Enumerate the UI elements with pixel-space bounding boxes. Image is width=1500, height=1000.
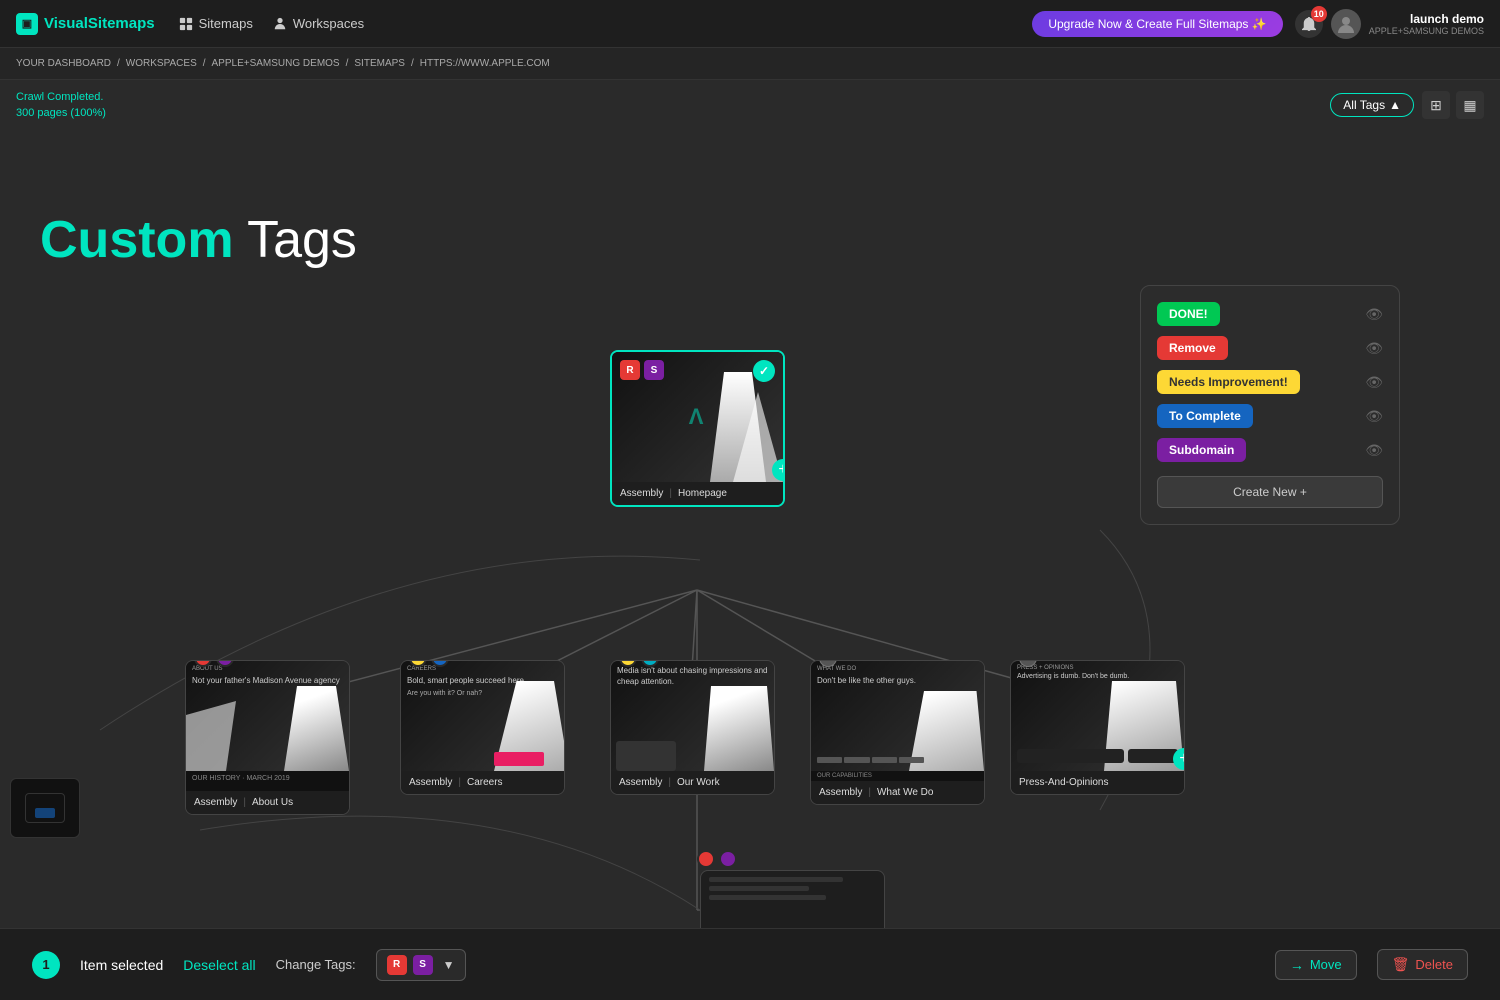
upgrade-button[interactable]: Upgrade Now & Create Full Sitemaps ✨ [1032,11,1282,37]
about-preview: ABOUT US Not your father's Madison Avenu… [186,661,349,771]
bottom-bar: 1 Item selected Deselect all Change Tags… [0,928,1500,1000]
bc-demos[interactable]: APPLE+SAMSUNG DEMOS [212,58,340,69]
tag-dot-purple [216,660,234,667]
work-tag-dots [619,660,659,667]
hide-subdomain-icon[interactable]: 👁 [1365,442,1383,459]
tag-subdomain-button[interactable]: Subdomain [1157,438,1246,462]
press-footer: Press-And-Opinions [1011,771,1184,794]
node-careers[interactable]: CAREERS Bold, smart people succeed here.… [400,660,565,795]
node-homepage[interactable]: R S ✓ Λ Assembly | Homepage + [610,350,785,507]
all-tags-button[interactable]: All Tags ▲ [1330,93,1414,117]
node-whatwedo[interactable]: ▲ WHAT WE DO Don't be like the other guy… [810,660,985,805]
dropdown-r-badge: R [387,955,407,975]
page-title: Custom Tags [40,210,357,270]
tag-done-row: DONE! 👁 [1157,302,1383,326]
tag-dot-blue [431,660,449,667]
about-tag-dots [194,660,234,667]
hide-done-icon[interactable]: 👁 [1365,306,1383,323]
press-preview: PRESS + OPINIONS Advertising is dumb. Do… [1011,661,1184,771]
whatwedo-footer: Assembly | What We Do [811,781,984,804]
nav-sitemaps[interactable]: Sitemaps [179,16,253,31]
careers-tag-dots [409,660,449,667]
create-new-tag-button[interactable]: Create New + [1157,476,1383,508]
about-footer: Assembly | About Us [186,791,349,814]
crawl-status: Crawl Completed. 300 pages (100%) [16,89,106,122]
hide-needs-icon[interactable]: 👁 [1365,374,1383,391]
press-tag-dots: ▲ [1019,660,1037,667]
node-work[interactable]: Media isn't about chasing impressions an… [610,660,775,795]
tag-complete-row: To Complete 👁 [1157,404,1383,428]
tag-s-badge: S [644,360,664,380]
bc-workspaces[interactable]: WORKSPACES [126,58,197,69]
delete-button[interactable]: 🗑 Delete [1377,949,1468,980]
user-menu[interactable]: launch demo APPLE+SAMSUNG DEMOS [1331,9,1484,39]
trash-icon: 🗑 [1392,956,1410,973]
breadcrumb: YOUR DASHBOARD / WORKSPACES / APPLE+SAMS… [0,48,1500,80]
node-footer: Assembly | Homepage [612,482,783,505]
scroll-indicator[interactable] [10,778,80,838]
tag-remove-row: Remove 👁 [1157,336,1383,360]
item-count-badge: 1 [32,951,60,979]
work-footer: Assembly | Our Work [611,771,774,794]
notification-badge: 10 [1311,6,1327,22]
chevron-up-icon: ▲ [1389,98,1401,112]
bc-sitemaps[interactable]: SITEMAPS [354,58,405,69]
work-preview: Media isn't about chasing impressions an… [611,661,774,771]
selected-check: ✓ [753,360,775,382]
tag-done-button[interactable]: DONE! [1157,302,1220,326]
mini-node-bottom[interactable] [700,870,885,928]
top-nav: ▣ VisualSitemaps Sitemaps Workspaces Upg… [0,0,1500,48]
tag-remove-button[interactable]: Remove [1157,336,1228,360]
hide-remove-icon[interactable]: 👁 [1365,340,1383,357]
view-icons: ⊞ ▦ [1422,91,1484,119]
careers-footer: Assembly | Careers [401,771,564,794]
node-press[interactable]: ▲ PRESS + OPINIONS Advertising is dumb. … [1010,660,1185,795]
user-info: launch demo APPLE+SAMSUNG DEMOS [1369,12,1484,36]
app-logo[interactable]: ▣ VisualSitemaps [16,13,155,35]
grid-view-icon[interactable]: ▦ [1456,91,1484,119]
careers-preview: CAREERS Bold, smart people succeed here.… [401,661,564,771]
move-button[interactable]: → Move [1275,950,1357,980]
move-icon: → [1290,957,1304,973]
avatar [1331,9,1361,39]
whatwedo-preview: WHAT WE DO Don't be like the other guys. [811,661,984,771]
bottom-dot-red [697,850,715,868]
bottom-node-dots [697,850,737,868]
toolbar-right: All Tags ▲ ⊞ ▦ [1330,91,1484,119]
nav-workspaces[interactable]: Workspaces [273,16,364,31]
tag-needs-row: Needs Improvement! 👁 [1157,370,1383,394]
change-tags-dropdown[interactable]: R S ▼ [376,949,466,981]
change-tags-label: Change Tags: [276,957,356,972]
tag-dot-teal [641,660,659,667]
whatwedo-tag-dots: ▲ [819,660,837,667]
tag-dot-icon: ▲ [819,660,837,667]
item-selected-text: Item selected [80,957,163,973]
notification-button[interactable]: 10 [1295,10,1323,38]
deselect-all-button[interactable]: Deselect all [183,957,255,973]
tags-popup: DONE! 👁 Remove 👁 Needs Improvement! 👁 To… [1140,285,1400,525]
tag-dot-yellow [409,660,427,667]
tag-dot-red [194,660,212,667]
app-name: VisualSitemaps [44,15,155,32]
tag-needs-button[interactable]: Needs Improvement! [1157,370,1300,394]
dropdown-arrow-icon: ▼ [443,958,455,972]
bc-dashboard[interactable]: YOUR DASHBOARD [16,58,111,69]
tag-r-badge: R [620,360,640,380]
bottom-dot-purple [719,850,737,868]
canvas: Custom Tags R S ✓ Λ [0,130,1500,928]
node-about[interactable]: ABOUT US Not your father's Madison Avenu… [185,660,350,815]
bc-url[interactable]: HTTPS://WWW.APPLE.COM [420,58,550,69]
tree-view-icon[interactable]: ⊞ [1422,91,1450,119]
press-tag-dot: ▲ [1019,660,1037,667]
tag-dot-yellow2 [619,660,637,667]
about-bottom-text: OUR HISTORY · MARCH 2019 [186,771,349,791]
dropdown-s-badge: S [413,955,433,975]
tag-subdomain-row: Subdomain 👁 [1157,438,1383,462]
logo-icon: ▣ [16,13,38,35]
toolbar: Crawl Completed. 300 pages (100%) All Ta… [0,80,1500,130]
tag-complete-button[interactable]: To Complete [1157,404,1253,428]
hide-complete-icon[interactable]: 👁 [1365,408,1383,425]
rs-badges: R S [620,360,664,380]
